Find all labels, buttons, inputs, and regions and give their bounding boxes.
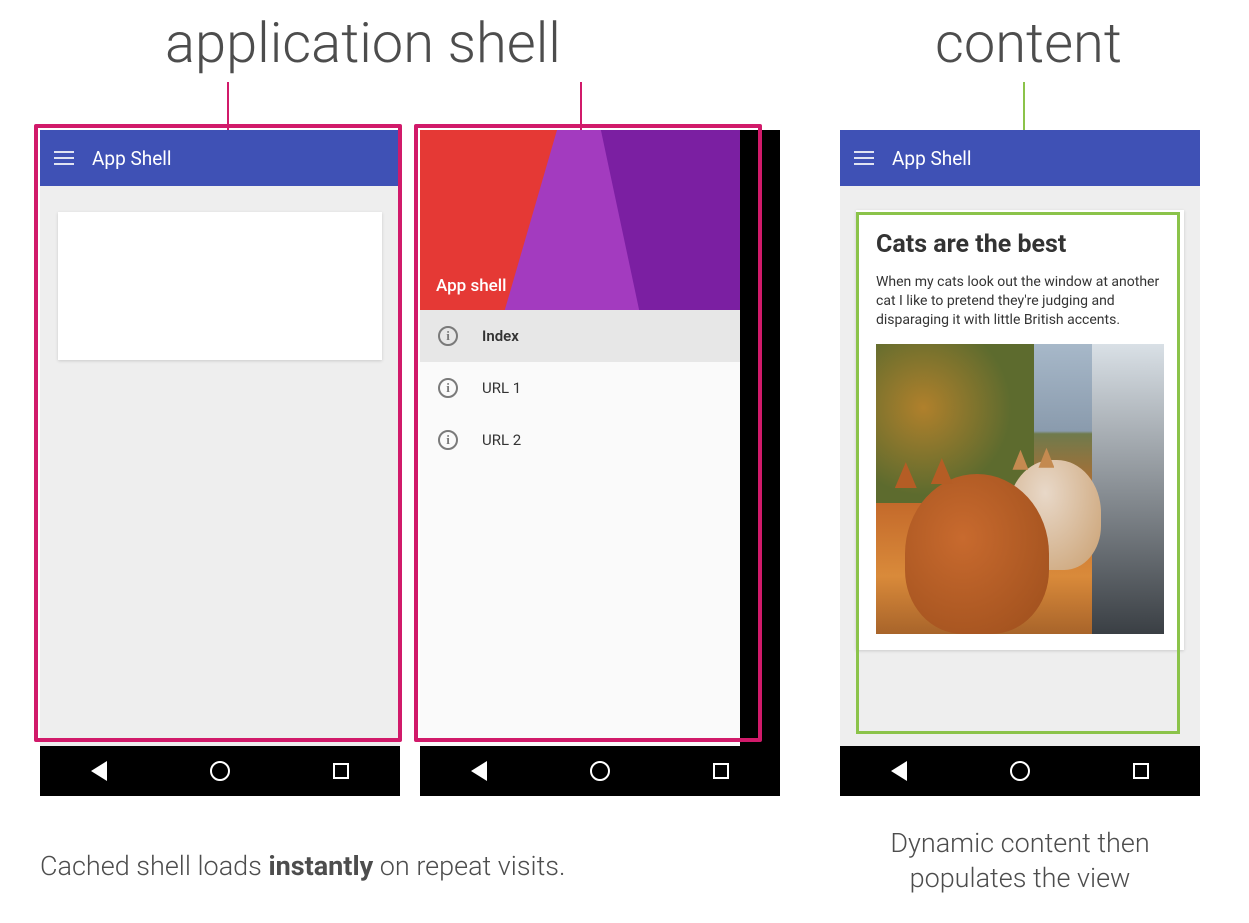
nav-back-icon[interactable] xyxy=(891,761,907,781)
android-nav-bar xyxy=(840,746,1200,796)
drawer-list: i Index i URL 1 i URL 2 xyxy=(420,310,740,466)
content-outline-box xyxy=(856,212,1180,734)
drawer-header: App shell xyxy=(420,130,740,310)
info-icon: i xyxy=(438,378,458,398)
connector-line xyxy=(227,82,229,130)
nav-recent-icon[interactable] xyxy=(1133,763,1149,779)
drawer-item-index[interactable]: i Index xyxy=(420,310,740,362)
drawer-item-label: Index xyxy=(482,327,519,345)
android-nav-bar xyxy=(420,746,780,796)
phone-frame-shell-empty: App Shell xyxy=(40,130,400,810)
app-bar: App Shell xyxy=(840,130,1200,186)
info-icon: i xyxy=(438,430,458,450)
nav-home-icon[interactable] xyxy=(210,761,230,781)
drawer-item-label: URL 1 xyxy=(482,379,521,397)
appbar-title: App Shell xyxy=(92,147,172,170)
nav-drawer: App shell i Index i URL 1 i URL 2 xyxy=(420,130,740,746)
placeholder-card xyxy=(58,212,382,360)
nav-back-icon[interactable] xyxy=(91,761,107,781)
drawer-item-label: URL 2 xyxy=(482,431,521,449)
app-body: App shell i Index i URL 1 i URL 2 xyxy=(420,130,780,746)
hamburger-icon[interactable] xyxy=(54,151,74,165)
connector-line xyxy=(580,82,582,130)
info-icon: i xyxy=(438,326,458,346)
drawer-header-title: App shell xyxy=(436,276,506,296)
hamburger-icon[interactable] xyxy=(854,151,874,165)
label-content: content xyxy=(935,10,1122,76)
nav-home-icon[interactable] xyxy=(1010,761,1030,781)
nav-recent-icon[interactable] xyxy=(333,763,349,779)
caption-content: Dynamic content then populates the view xyxy=(840,826,1200,896)
label-application-shell: application shell xyxy=(165,10,561,76)
nav-recent-icon[interactable] xyxy=(713,763,729,779)
nav-back-icon[interactable] xyxy=(471,761,487,781)
phone-frame-drawer: App shell i Index i URL 1 i URL 2 xyxy=(420,130,780,810)
caption-shell: Cached shell loads instantly on repeat v… xyxy=(40,850,565,882)
app-bar: App Shell xyxy=(40,130,400,186)
app-body xyxy=(40,186,400,746)
drawer-item-url1[interactable]: i URL 1 xyxy=(420,362,740,414)
drawer-item-url2[interactable]: i URL 2 xyxy=(420,414,740,466)
appbar-title: App Shell xyxy=(892,147,972,170)
android-nav-bar xyxy=(40,746,400,796)
nav-home-icon[interactable] xyxy=(590,761,610,781)
